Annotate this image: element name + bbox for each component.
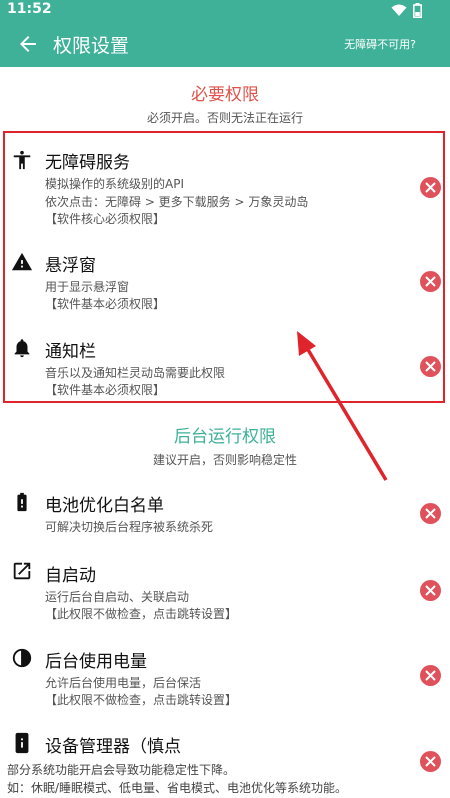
permission-item-background-power[interactable]: 后台使用电量 允许后台使用电量，后台保活 【此权限不做检查，点击跳转设置】 (0, 644, 450, 714)
background-section-title: 后台运行权限 (174, 427, 276, 447)
status-disabled-icon (420, 503, 441, 524)
back-arrow-icon[interactable] (16, 32, 40, 56)
permission-name: 后台使用电量 (45, 652, 147, 672)
open-external-icon (13, 562, 31, 580)
permission-settings-screen: 11:52 权限设置 无障碍不可用? 必要权限 必须开启。否则无法正在运行 无障… (0, 0, 450, 798)
status-disabled-icon (420, 580, 441, 601)
status-time: 11:52 (7, 1, 52, 17)
device-info-icon (15, 732, 29, 754)
permission-name: 设备管理器（慎点 (45, 737, 181, 757)
permission-desc-line: 运行后台自启动、关联启动 (45, 590, 190, 604)
contrast-icon (12, 648, 32, 668)
battery-status-icon (413, 3, 422, 18)
required-section-subtitle: 必须开启。否则无法正在运行 (146, 111, 303, 125)
permission-item-auto-start[interactable]: 自启动 运行后台自启动、关联启动 【此权限不做检查，点击跳转设置】 (0, 558, 450, 628)
status-disabled-icon (420, 665, 441, 686)
highlight-box (3, 131, 445, 403)
footer-note-line-1: 部分系统功能开启会导致功能稳定性下降。 (7, 763, 236, 777)
accessibility-unavailable-link[interactable]: 无障碍不可用? (344, 36, 416, 52)
permission-desc-line: 可解决切换后台程序被系统杀死 (45, 520, 214, 534)
wifi-icon (391, 4, 407, 16)
status-disabled-icon (420, 751, 441, 772)
required-section-title: 必要权限 (191, 85, 259, 105)
permission-desc-line: 【此权限不做检查，点击跳转设置】 (45, 607, 238, 621)
status-icons (391, 3, 422, 18)
permission-desc-line: 【此权限不做检查，点击跳转设置】 (45, 693, 238, 707)
footer-note-line-2: 如：休眠/睡眠模式、低电量、省电模式、电池优化等系统功能。 (7, 781, 348, 795)
permission-item-battery-whitelist[interactable]: 电池优化白名单 可解决切换后台程序被系统杀死 (0, 488, 450, 540)
permission-name: 电池优化白名单 (45, 496, 164, 516)
app-toolbar: 权限设置 无障碍不可用? (0, 20, 450, 67)
background-section-subtitle: 建议开启，否则影响稳定性 (152, 453, 297, 467)
permission-desc-line: 允许后台使用电量，后台保活 (45, 676, 202, 690)
status-bar: 11:52 (0, 0, 450, 20)
page-title: 权限设置 (53, 35, 130, 57)
battery-icon (17, 492, 27, 512)
permission-name: 自启动 (45, 566, 96, 586)
